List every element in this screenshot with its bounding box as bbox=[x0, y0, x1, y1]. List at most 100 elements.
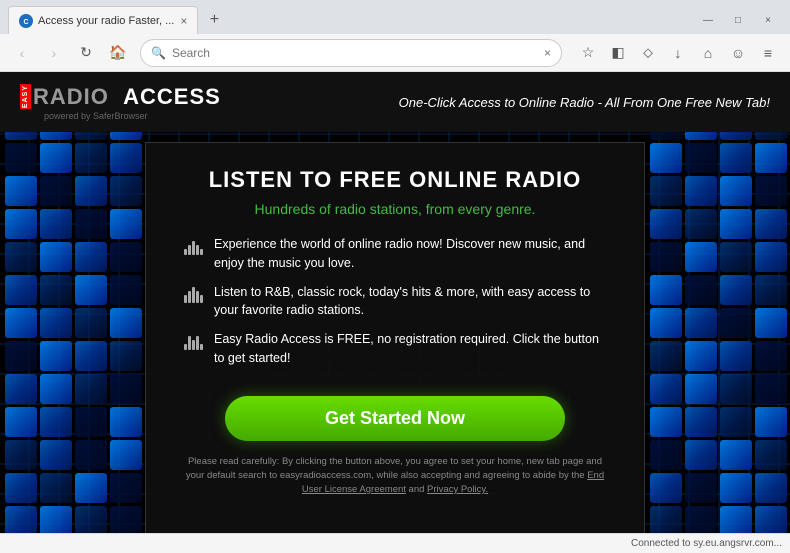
grid-cell bbox=[685, 242, 717, 272]
feature-text-1: Experience the world of online radio now… bbox=[214, 235, 608, 273]
get-started-button[interactable]: Get Started Now bbox=[225, 396, 566, 441]
grid-cell bbox=[75, 209, 107, 239]
grid-cell bbox=[110, 440, 142, 470]
grid-cell bbox=[720, 440, 752, 470]
grid-cell bbox=[75, 440, 107, 470]
grid-cell bbox=[5, 176, 37, 206]
feature-text-3: Easy Radio Access is FREE, no registrati… bbox=[214, 330, 608, 368]
close-button[interactable]: × bbox=[754, 10, 782, 30]
grid-cell bbox=[720, 242, 752, 272]
page-content: isian EASY RADIO ACCESS powered by Safer… bbox=[0, 72, 790, 553]
menu-icon[interactable]: ≡ bbox=[754, 39, 782, 67]
grid-cell bbox=[75, 341, 107, 371]
browser-tab[interactable]: C Access your radio Faster, ... × bbox=[8, 6, 198, 34]
right-grid bbox=[645, 72, 790, 553]
download-icon[interactable]: ↓ bbox=[664, 39, 692, 67]
sound-bar bbox=[188, 245, 191, 255]
grid-cell bbox=[685, 176, 717, 206]
grid-cell bbox=[40, 374, 72, 404]
grid-cell bbox=[5, 374, 37, 404]
grid-cell bbox=[5, 473, 37, 503]
site-header: EASY RADIO ACCESS powered by SaferBrowse… bbox=[0, 72, 790, 132]
grid-cell bbox=[755, 473, 787, 503]
card-subtitle: Hundreds of radio stations, from every g… bbox=[255, 201, 536, 217]
grid-cell bbox=[720, 341, 752, 371]
grid-cell bbox=[40, 506, 72, 536]
logo-powered-by: powered by SaferBrowser bbox=[44, 111, 221, 121]
address-search-icon: 🔍 bbox=[151, 46, 166, 60]
forward-button[interactable]: › bbox=[40, 39, 68, 67]
grid-cell bbox=[5, 143, 37, 173]
grid-cell bbox=[685, 209, 717, 239]
minimize-button[interactable]: — bbox=[694, 10, 722, 30]
grid-cell bbox=[755, 275, 787, 305]
window-controls: — □ × bbox=[694, 10, 782, 30]
grid-cell bbox=[755, 407, 787, 437]
status-bar: Connected to sy.eu.angsrvr.com... bbox=[0, 533, 790, 553]
grid-cell bbox=[5, 242, 37, 272]
logo-box: EASY RADIO ACCESS bbox=[20, 84, 221, 110]
address-bar-container: 🔍 × bbox=[140, 39, 562, 67]
grid-cell bbox=[755, 374, 787, 404]
grid-cell bbox=[5, 440, 37, 470]
grid-cell bbox=[685, 308, 717, 338]
reload-button[interactable]: ↻ bbox=[72, 39, 100, 67]
grid-cell bbox=[5, 506, 37, 536]
sound-bar bbox=[184, 344, 187, 350]
grid-cell bbox=[650, 176, 682, 206]
grid-cell bbox=[755, 308, 787, 338]
logo-text: RADIO ACCESS bbox=[33, 84, 221, 110]
maximize-button[interactable]: □ bbox=[724, 10, 752, 30]
grid-cell bbox=[650, 242, 682, 272]
sound-bar bbox=[192, 241, 195, 255]
card-title: LISTEN TO FREE ONLINE RADIO bbox=[209, 167, 582, 193]
grid-cell bbox=[40, 209, 72, 239]
grid-cell bbox=[650, 143, 682, 173]
reading-icon[interactable]: ◧ bbox=[604, 39, 632, 67]
tab-title: Access your radio Faster, ... bbox=[38, 15, 174, 27]
sound-bar bbox=[196, 291, 199, 303]
grid-cell bbox=[720, 473, 752, 503]
grid-cell bbox=[110, 143, 142, 173]
grid-cell bbox=[650, 473, 682, 503]
grid-cell bbox=[755, 440, 787, 470]
feature-icon-2 bbox=[182, 284, 204, 306]
grid-cell bbox=[75, 308, 107, 338]
grid-cell bbox=[75, 242, 107, 272]
address-clear-icon[interactable]: × bbox=[544, 46, 551, 60]
grid-cell bbox=[110, 341, 142, 371]
grid-cell bbox=[40, 473, 72, 503]
grid-cell bbox=[75, 506, 107, 536]
address-bar[interactable] bbox=[172, 46, 538, 60]
grid-cell bbox=[75, 374, 107, 404]
bookmark-star-icon[interactable]: ☆ bbox=[574, 39, 602, 67]
grid-cell bbox=[110, 209, 142, 239]
grid-cell bbox=[650, 308, 682, 338]
profile-icon[interactable]: ☺ bbox=[724, 39, 752, 67]
tab-close-button[interactable]: × bbox=[180, 14, 187, 28]
grid-cell bbox=[110, 374, 142, 404]
nav-bar: ‹ › ↻ 🏠 🔍 × ☆ ◧ ⬦ ↓ ⌂ ☺ ≡ bbox=[0, 34, 790, 72]
header-tagline: One-Click Access to Online Radio - All F… bbox=[399, 95, 770, 110]
back-button[interactable]: ‹ bbox=[8, 39, 36, 67]
grid-cell bbox=[40, 143, 72, 173]
grid-cell bbox=[755, 242, 787, 272]
feature-item-2: Listen to R&B, classic rock, today's hit… bbox=[182, 283, 608, 321]
feature-item-1: Experience the world of online radio now… bbox=[182, 235, 608, 273]
pocket-icon[interactable]: ⬦ bbox=[634, 39, 662, 67]
grid-cell bbox=[685, 440, 717, 470]
privacy-link[interactable]: Privacy Policy. bbox=[427, 484, 488, 495]
sound-bar bbox=[200, 249, 203, 255]
home-button[interactable]: 🏠 bbox=[104, 39, 132, 67]
grid-cell bbox=[5, 275, 37, 305]
grid-cell bbox=[5, 209, 37, 239]
feature-item-3: Easy Radio Access is FREE, no registrati… bbox=[182, 330, 608, 368]
grid-cell bbox=[40, 308, 72, 338]
synced-tabs-icon[interactable]: ⌂ bbox=[694, 39, 722, 67]
grid-cell bbox=[110, 176, 142, 206]
grid-cell bbox=[685, 341, 717, 371]
grid-cell bbox=[5, 407, 37, 437]
new-tab-button[interactable]: + bbox=[202, 8, 226, 32]
grid-cell bbox=[650, 341, 682, 371]
grid-cell bbox=[650, 209, 682, 239]
